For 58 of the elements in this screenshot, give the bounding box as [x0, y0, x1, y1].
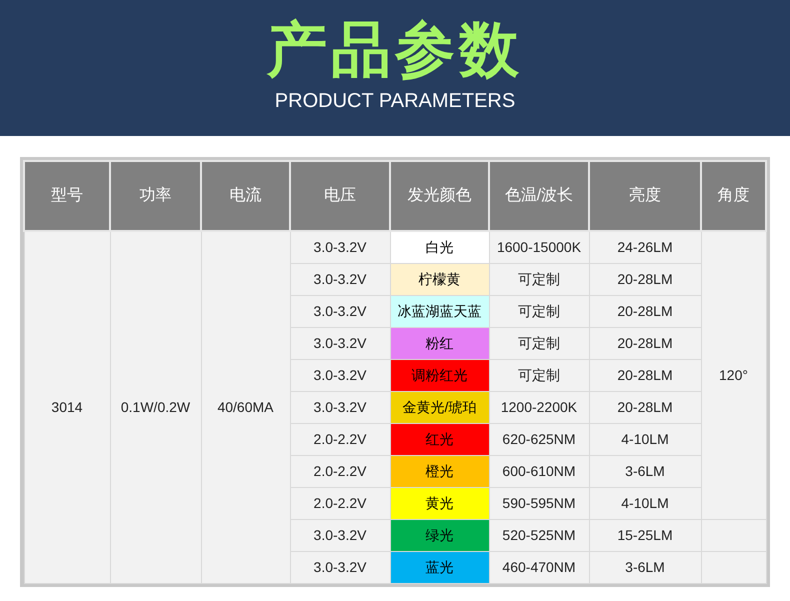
color-swatch-cell: 黄光: [390, 487, 489, 519]
column-header: 功率: [110, 161, 201, 231]
table-cell: 3.0-3.2V: [290, 231, 390, 263]
table-cell: 3.0-3.2V: [290, 263, 390, 295]
table-cell: 590-595NM: [489, 487, 589, 519]
table-cell: 3.0-3.2V: [290, 327, 390, 359]
table-cell: 3-6LM: [589, 455, 701, 487]
table-cell: 可定制: [489, 359, 589, 391]
table-cell: 1600-15000K: [489, 231, 589, 263]
column-header: 色温/波长: [489, 161, 589, 231]
color-swatch-cell: 白光: [390, 231, 489, 263]
color-swatch-cell: 红光: [390, 423, 489, 455]
color-swatch-cell: 橙光: [390, 455, 489, 487]
table-cell: 20-28LM: [589, 263, 701, 295]
table-cell: 20-28LM: [589, 391, 701, 423]
table-cell: 40/60MA: [201, 231, 290, 583]
table-cell: 3.0-3.2V: [290, 391, 390, 423]
column-header: 型号: [24, 161, 110, 231]
table-cell: 1200-2200K: [489, 391, 589, 423]
page-title: 产品参数: [267, 15, 523, 85]
table-cell: 3-6LM: [589, 551, 701, 583]
color-swatch-cell: 冰蓝湖蓝天蓝: [390, 295, 489, 327]
table-cell: 0.1W/0.2W: [110, 231, 201, 583]
column-header: 亮度: [589, 161, 701, 231]
table-cell: 2.0-2.2V: [290, 487, 390, 519]
table-cell: 3014: [24, 231, 110, 583]
table-cell: 3.0-3.2V: [290, 295, 390, 327]
table-cell: 620-625NM: [489, 423, 589, 455]
table-cell: 2.0-2.2V: [290, 423, 390, 455]
table-cell: 15-25LM: [589, 519, 701, 551]
table-cell: 3.0-3.2V: [290, 519, 390, 551]
table-cell: 可定制: [489, 263, 589, 295]
table-cell: 3.0-3.2V: [290, 359, 390, 391]
table-cell: 20-28LM: [589, 327, 701, 359]
table-cell: 600-610NM: [489, 455, 589, 487]
column-header: 发光颜色: [390, 161, 489, 231]
table-cell: 可定制: [489, 327, 589, 359]
table-cell: 3.0-3.2V: [290, 551, 390, 583]
column-header: 电流: [201, 161, 290, 231]
table-cell: 4-10LM: [589, 487, 701, 519]
page-subtitle: PRODUCT PARAMETERS: [274, 89, 516, 114]
column-header: 角度: [701, 161, 766, 231]
table-cell: 可定制: [489, 295, 589, 327]
table-cell: 520-525NM: [489, 519, 589, 551]
table-cell: 2.0-2.2V: [290, 455, 390, 487]
table-cell: 460-470NM: [489, 551, 589, 583]
color-swatch-cell: 绿光: [390, 519, 489, 551]
table-cell: 24-26LM: [589, 231, 701, 263]
color-swatch-cell: 金黄光/琥珀: [390, 391, 489, 423]
column-header: 电压: [290, 161, 390, 231]
color-swatch-cell: 柠檬黄: [390, 263, 489, 295]
color-swatch-cell: 蓝光: [390, 551, 489, 583]
color-swatch-cell: 调粉红光: [390, 359, 489, 391]
table-cell: 4-10LM: [589, 423, 701, 455]
table-cell: 20-28LM: [589, 359, 701, 391]
table-cell: 20-28LM: [589, 295, 701, 327]
color-swatch-cell: 粉红: [390, 327, 489, 359]
table-cell: 120°: [701, 231, 766, 519]
